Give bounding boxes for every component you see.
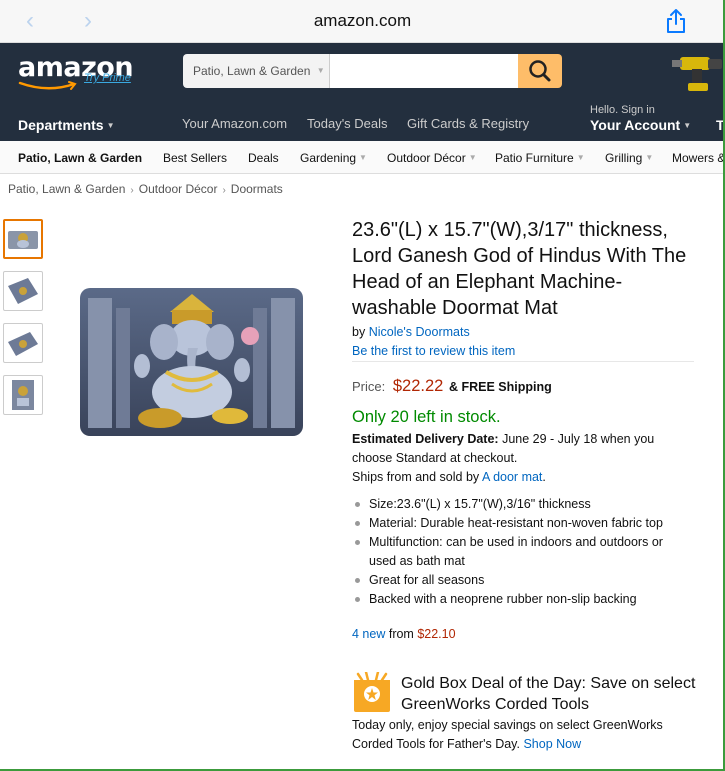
category-subnav: Patio, Lawn & Garden Best Sellers Deals …: [0, 141, 725, 174]
subnav-label: Outdoor Décor: [387, 151, 466, 165]
delivery-info: Estimated Delivery Date: June 29 - July …: [352, 430, 697, 487]
delivery-label: Estimated Delivery Date:: [352, 432, 499, 446]
offers-from-label: from: [388, 627, 414, 641]
subnav-item-mowers[interactable]: Mowers &: [672, 151, 725, 165]
ganesh-mat-perspective-image: [8, 332, 38, 356]
amazon-smile-icon: [18, 81, 77, 90]
gift-cards-link[interactable]: Gift Cards & Registry: [407, 116, 529, 131]
subnav-item-best-sellers[interactable]: Best Sellers: [163, 151, 227, 165]
by-label: by: [352, 325, 366, 339]
feature-bullet: Backed with a neoprene rubber non-slip b…: [352, 590, 692, 609]
product-thumbnail[interactable]: [3, 219, 43, 259]
offers-price: $22.10: [417, 627, 456, 641]
departments-label: Departments: [18, 117, 104, 133]
power-drill-ad-image[interactable]: [670, 49, 725, 93]
ganesh-mat-closeup-image: [12, 380, 34, 410]
todays-deals-link[interactable]: Today's Deals: [307, 116, 388, 131]
free-shipping-text: & FREE Shipping: [448, 380, 552, 394]
sign-in-greeting[interactable]: Hello. Sign in: [590, 104, 655, 116]
breadcrumb-doormats[interactable]: Doormats: [231, 182, 283, 196]
account-menu[interactable]: Your Account ▼: [590, 117, 691, 133]
product-thumbnail[interactable]: [3, 323, 43, 363]
feature-bullet: Size:23.6"(L) x 15.7"(W),3/16" thickness: [352, 495, 692, 514]
chevron-down-icon: ▼: [359, 153, 367, 162]
chevron-down-icon: ▼: [468, 153, 477, 162]
breadcrumb-separator-icon: ›: [222, 185, 226, 196]
seller-link[interactable]: A door mat: [482, 470, 542, 484]
search-input[interactable]: [330, 54, 518, 88]
feature-bullet: Great for all seasons: [352, 571, 692, 590]
breadcrumb-patio[interactable]: Patio, Lawn & Garden: [8, 182, 125, 196]
shop-now-link[interactable]: Shop Now: [523, 737, 581, 751]
product-thumbnail[interactable]: [3, 375, 43, 415]
price-row: Price: $22.22 & FREE Shipping: [352, 377, 552, 396]
address-bar[interactable]: amazon.com: [0, 11, 725, 31]
feature-bullet: Multifunction: can be used in indoors an…: [352, 533, 692, 571]
search-button[interactable]: [518, 54, 562, 88]
subnav-item-deals[interactable]: Deals: [248, 151, 279, 165]
stock-status: Only 20 left in stock.: [352, 408, 501, 426]
price-value: $22.22: [392, 377, 444, 395]
search-category-label: Patio, Lawn & Garden: [193, 64, 311, 78]
subnav-item-patio-furniture[interactable]: Patio Furniture ▼: [495, 151, 585, 165]
search-category-select[interactable]: Patio, Lawn & Garden ▼: [183, 54, 330, 88]
gold-box-desc-text: Today only, enjoy special savings on sel…: [352, 718, 663, 751]
breadcrumb-separator-icon: ›: [130, 185, 134, 196]
brand-link[interactable]: Nicole's Doormats: [369, 325, 470, 339]
byline: by Nicole's Doormats: [352, 325, 470, 339]
browser-toolbar: ‹ › amazon.com: [0, 0, 725, 43]
subnav-item-outdoor-decor[interactable]: Outdoor Décor ▼: [387, 151, 477, 165]
subnav-label: Gardening: [300, 151, 357, 165]
site-header: amazon Try Prime Patio, Lawn & Garden ▼ …: [0, 43, 725, 141]
chevron-down-icon: ▼: [106, 121, 115, 130]
ships-from-text: Ships from and sold by: [352, 470, 480, 484]
share-icon[interactable]: [664, 8, 688, 34]
shipping-info: & FREE Shipping: [449, 380, 552, 394]
subnav-label: Patio Furniture: [495, 151, 574, 165]
ganesh-mat-thumbnail-image: [8, 231, 38, 249]
chevron-down-icon: ▼: [576, 153, 585, 162]
chevron-down-icon: ▼: [316, 66, 325, 75]
lord-ganesh-doormat-image: [80, 288, 303, 436]
subnav-item-gardening[interactable]: Gardening ▼: [300, 151, 367, 165]
your-amazon-link[interactable]: Your Amazon.com: [182, 116, 287, 131]
product-title: 23.6"(L) x 15.7"(W),3/17" thickness, Lor…: [352, 219, 687, 319]
departments-menu[interactable]: Departments ▼: [18, 117, 115, 133]
subnav-label: Grilling: [605, 151, 643, 165]
feature-bullets: Size:23.6"(L) x 15.7"(W),3/16" thickness…: [352, 495, 692, 609]
subnav-item-patio-lawn-garden[interactable]: Patio, Lawn & Garden: [18, 151, 142, 165]
gold-box-icon[interactable]: [352, 672, 392, 714]
feature-bullet: Material: Durable heat-resistant non-wov…: [352, 514, 692, 533]
ships-period: .: [542, 470, 546, 484]
new-offers-link[interactable]: 4 new: [352, 627, 385, 641]
chevron-down-icon: ▼: [683, 121, 692, 130]
first-review-link[interactable]: Be the first to review this item: [352, 344, 515, 358]
try-prime-link[interactable]: Try Prime: [84, 72, 131, 84]
subnav-item-grilling[interactable]: Grilling ▼: [605, 151, 653, 165]
search-icon: [529, 60, 551, 82]
breadcrumb: Patio, Lawn & Garden › Outdoor Décor › Doorm…: [8, 182, 283, 196]
gold-box-title[interactable]: Gold Box Deal of the Day: Save on select…: [401, 673, 701, 715]
account-label: Your Account: [590, 117, 681, 133]
divider: [352, 361, 694, 362]
ganesh-mat-angle-image: [8, 278, 38, 304]
breadcrumb-outdoor-decor[interactable]: Outdoor Décor: [139, 182, 218, 196]
product-thumbnail[interactable]: [3, 271, 43, 311]
price-label: Price:: [352, 379, 386, 394]
chevron-down-icon: ▼: [645, 153, 654, 162]
other-offers: 4 new from $22.10: [352, 627, 456, 641]
gold-box-description: Today only, enjoy special savings on sel…: [352, 716, 702, 754]
main-product-image[interactable]: [80, 288, 303, 436]
